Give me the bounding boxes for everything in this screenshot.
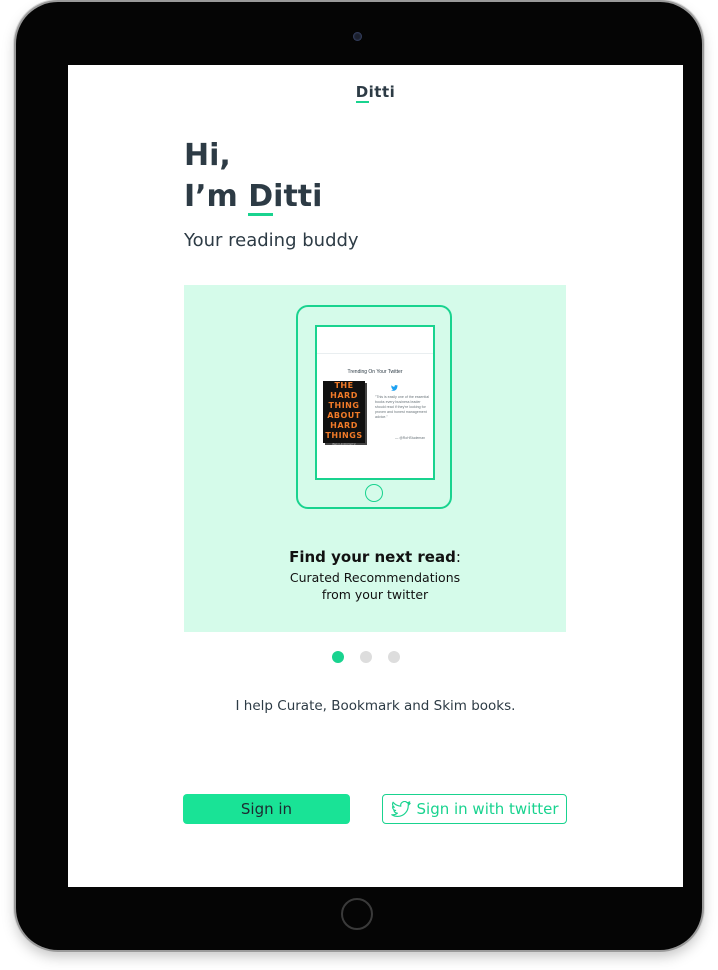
greeting-line-2: I’m Ditti xyxy=(184,176,322,217)
greeting-name-rest: itti xyxy=(273,179,323,214)
carousel-slide[interactable]: Trending On Your Twitter THE HARD THING … xyxy=(184,285,566,632)
tablet-illustration-screen: Trending On Your Twitter THE HARD THING … xyxy=(315,325,435,480)
sign-in-button[interactable]: Sign in xyxy=(183,794,350,824)
carousel-dot-1[interactable] xyxy=(332,651,344,663)
mockup-section-title: Trending On Your Twitter xyxy=(347,369,403,375)
greeting-heading: Hi, I’m Ditti xyxy=(184,135,322,217)
slide-description-line-1: Curated Recommendations xyxy=(289,570,461,585)
twitter-bird-icon xyxy=(391,385,398,393)
mockup-quote: "This is easily one of the essential boo… xyxy=(375,395,430,419)
slide-heading-bold: Find your next read xyxy=(289,548,456,566)
book-cover-line: HARD xyxy=(330,421,358,430)
book-cover-line: HARD xyxy=(330,391,358,400)
sign-in-with-twitter-button[interactable]: Sign in with twitter xyxy=(382,794,567,824)
tablet-illustration-home-button xyxy=(365,484,383,502)
mockup-topbar xyxy=(317,353,433,354)
slide-description: Curated Recommendations from your twitte… xyxy=(184,569,566,603)
app-logo: Ditti xyxy=(68,83,683,103)
carousel-dot-2[interactable] xyxy=(360,651,372,663)
sign-in-with-twitter-label: Sign in with twitter xyxy=(416,800,559,818)
mockup-quote-handle: — @RoHStudeman xyxy=(395,436,426,440)
help-text: I help Curate, Bookmark and Skim books. xyxy=(235,698,516,714)
carousel-dot-3[interactable] xyxy=(388,651,400,663)
book-cover-line: THE xyxy=(334,381,354,390)
app-screen: Ditti Hi, I’m Ditti Your reading buddy T… xyxy=(68,65,683,887)
device-home-button[interactable] xyxy=(341,898,373,930)
slide-heading: Find your next read: xyxy=(184,548,566,566)
tablet-illustration: Trending On Your Twitter THE HARD THING … xyxy=(296,305,452,509)
book-cover-line: THINGS xyxy=(325,431,363,440)
tablet-device-frame: Ditti Hi, I’m Ditti Your reading buddy T… xyxy=(16,2,702,950)
twitter-bird-icon xyxy=(390,800,411,818)
front-camera xyxy=(353,32,362,41)
tagline: Your reading buddy xyxy=(184,230,359,251)
logo-rest: itti xyxy=(368,83,396,101)
logo-initial: D xyxy=(355,83,369,103)
book-cover: THE HARD THING ABOUT HARD THINGS BEN HOR… xyxy=(323,381,365,446)
greeting-line-1: Hi, xyxy=(184,138,231,173)
slide-heading-colon: : xyxy=(455,548,461,566)
slide-description-line-2: from your twitter xyxy=(321,587,429,602)
greeting-prefix: I’m xyxy=(184,179,249,214)
book-author: BEN HOROWITZ xyxy=(332,442,356,446)
greeting-name-initial: D xyxy=(248,176,273,217)
book-cover-line: THING xyxy=(328,401,360,410)
book-cover-line: ABOUT xyxy=(327,411,361,420)
